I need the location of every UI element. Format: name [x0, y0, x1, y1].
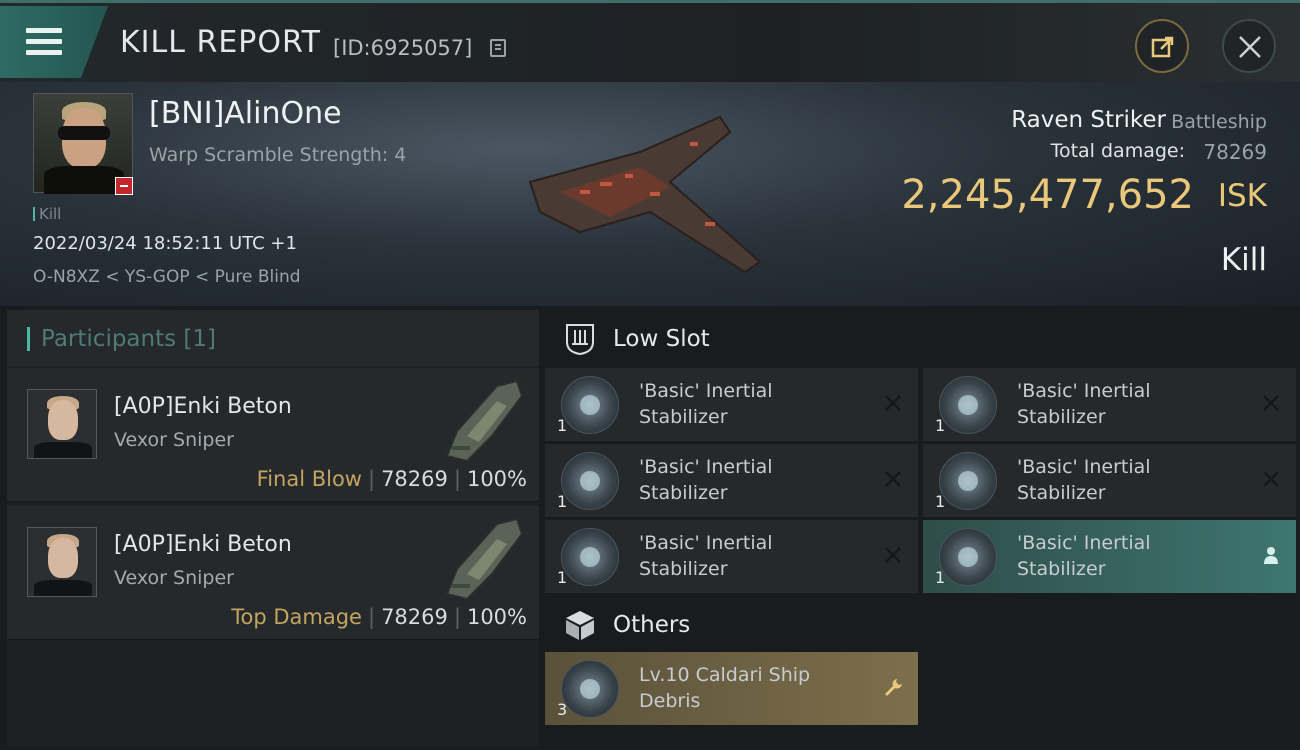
kill-location[interactable]: O-N8XZ < YS-GOP < Pure Blind [33, 267, 301, 287]
inertial-stabilizer-icon [561, 528, 619, 586]
item-quantity: 1 [935, 416, 946, 435]
item-quantity: 1 [935, 568, 946, 587]
participant-percent: 100% [466, 605, 527, 629]
item-name: 'Basic' Inertial Stabilizer [639, 380, 773, 428]
isk-unit: ISK [1217, 178, 1267, 214]
low-slot-item[interactable]: 1 'Basic' Inertial Stabilizer [923, 444, 1296, 517]
ship-class: Battleship [1171, 111, 1267, 133]
low-slot-title: Low Slot [613, 326, 710, 352]
item-quantity: 1 [935, 492, 946, 511]
item-name: 'Basic' Inertial Stabilizer [639, 456, 773, 504]
participant-percent: 100% [466, 467, 527, 491]
participants-title: Participants [1] [41, 326, 216, 352]
kill-result: Kill [1220, 242, 1267, 278]
participant-ship: Vexor Sniper [114, 429, 234, 451]
victim-summary: [BNI]AlinOne Warp Scramble Strength: 4 K… [0, 82, 1300, 306]
others-item[interactable]: 3 Lv.10 Caldari Ship Debris [545, 652, 918, 725]
cube-icon [566, 611, 594, 640]
destroyed-x-icon [1263, 471, 1279, 487]
minus-badge-icon [115, 177, 133, 195]
participant-card[interactable]: [A0P]Enki Beton Vexor Sniper Final Blow |… [7, 368, 539, 502]
low-slot-item[interactable]: 1 'Basic' Inertial Stabilizer [923, 520, 1296, 593]
participant-avatar [27, 389, 97, 459]
inertial-stabilizer-icon [939, 452, 997, 510]
hamburger-menu-icon [26, 28, 62, 56]
close-icon [1239, 36, 1261, 58]
kill-report-window: KILL REPORT [ID:6925057] [BNI]AlinOne Wa… [0, 0, 1300, 750]
low-slot-item[interactable]: 1 'Basic' Inertial Stabilizer [923, 368, 1296, 441]
low-slot-icon [566, 324, 594, 356]
total-damage-label: Total damage: [1050, 140, 1185, 162]
others-header: Others [545, 596, 1300, 652]
share-button[interactable] [1135, 19, 1189, 73]
ship-debris-icon [561, 660, 619, 718]
report-id: [ID:6925057] [333, 36, 473, 60]
inertial-stabilizer-icon [939, 528, 997, 586]
low-slot-item[interactable]: 1 'Basic' Inertial Stabilizer [545, 520, 918, 593]
item-name: Lv.10 Caldari Ship Debris [639, 664, 811, 712]
kill-tag: Kill [33, 205, 61, 223]
victim-ship-image [528, 115, 762, 274]
item-name: 'Basic' Inertial Stabilizer [1017, 380, 1151, 428]
participants-header: Participants [1] [7, 310, 539, 366]
participant-role: Top Damage [231, 605, 362, 629]
destroyed-x-icon [885, 471, 901, 487]
participant-ship-image [445, 379, 524, 463]
item-quantity: 1 [557, 492, 568, 511]
person-icon [1264, 547, 1278, 564]
inertial-stabilizer-icon [561, 376, 619, 434]
copy-icon[interactable] [490, 39, 506, 57]
participant-name: [A0P]Enki Beton [114, 532, 292, 557]
item-slots-panel: Low Slot 1 'Basic' Inertial Stabilizer 1… [545, 310, 1300, 750]
participant-stats: Final Blow | 78269 | 100% [256, 467, 527, 491]
close-button[interactable] [1222, 19, 1276, 73]
victim-name[interactable]: [BNI]AlinOne [149, 96, 342, 131]
item-name: 'Basic' Inertial Stabilizer [639, 532, 773, 580]
participants-panel: Participants [1] [A0P]Enki Beton Vexor S… [7, 310, 539, 746]
wrench-icon [885, 679, 902, 696]
ship-name[interactable]: Raven Striker [1011, 107, 1166, 133]
item-quantity: 3 [557, 700, 568, 719]
participant-ship-image [445, 517, 524, 601]
item-name: 'Basic' Inertial Stabilizer [1017, 456, 1151, 504]
item-quantity: 1 [557, 416, 568, 435]
low-slot-header: Low Slot [545, 310, 1300, 366]
destroyed-x-icon [1263, 395, 1279, 411]
participant-name: [A0P]Enki Beton [114, 394, 292, 419]
others-title: Others [613, 612, 691, 638]
participant-card[interactable]: [A0P]Enki Beton Vexor Sniper Top Damage |… [7, 506, 539, 640]
menu-button[interactable] [0, 6, 108, 78]
isk-value: 2,245,477,652 [901, 172, 1194, 218]
inertial-stabilizer-icon [561, 452, 619, 510]
participant-ship: Vexor Sniper [114, 567, 234, 589]
kill-timestamp: 2022/03/24 18:52:11 UTC +1 [33, 233, 297, 254]
participant-damage: 78269 [381, 605, 448, 629]
participant-stats: Top Damage | 78269 | 100% [231, 605, 527, 629]
destroyed-x-icon [885, 547, 901, 563]
low-slot-item[interactable]: 1 'Basic' Inertial Stabilizer [545, 444, 918, 517]
share-icon [1151, 36, 1174, 58]
header-bar: KILL REPORT [ID:6925057] [0, 0, 1300, 82]
destroyed-x-icon [885, 395, 901, 411]
participant-damage: 78269 [381, 467, 448, 491]
inertial-stabilizer-icon [939, 376, 997, 434]
low-slot-item[interactable]: 1 'Basic' Inertial Stabilizer [545, 368, 918, 441]
total-damage-value: 78269 [1203, 140, 1267, 164]
item-quantity: 1 [557, 568, 568, 587]
participant-role: Final Blow [256, 467, 362, 491]
warp-scramble-strength: Warp Scramble Strength: 4 [149, 144, 407, 166]
item-name: 'Basic' Inertial Stabilizer [1017, 532, 1151, 580]
participant-avatar [27, 527, 97, 597]
page-title: KILL REPORT [120, 25, 321, 60]
